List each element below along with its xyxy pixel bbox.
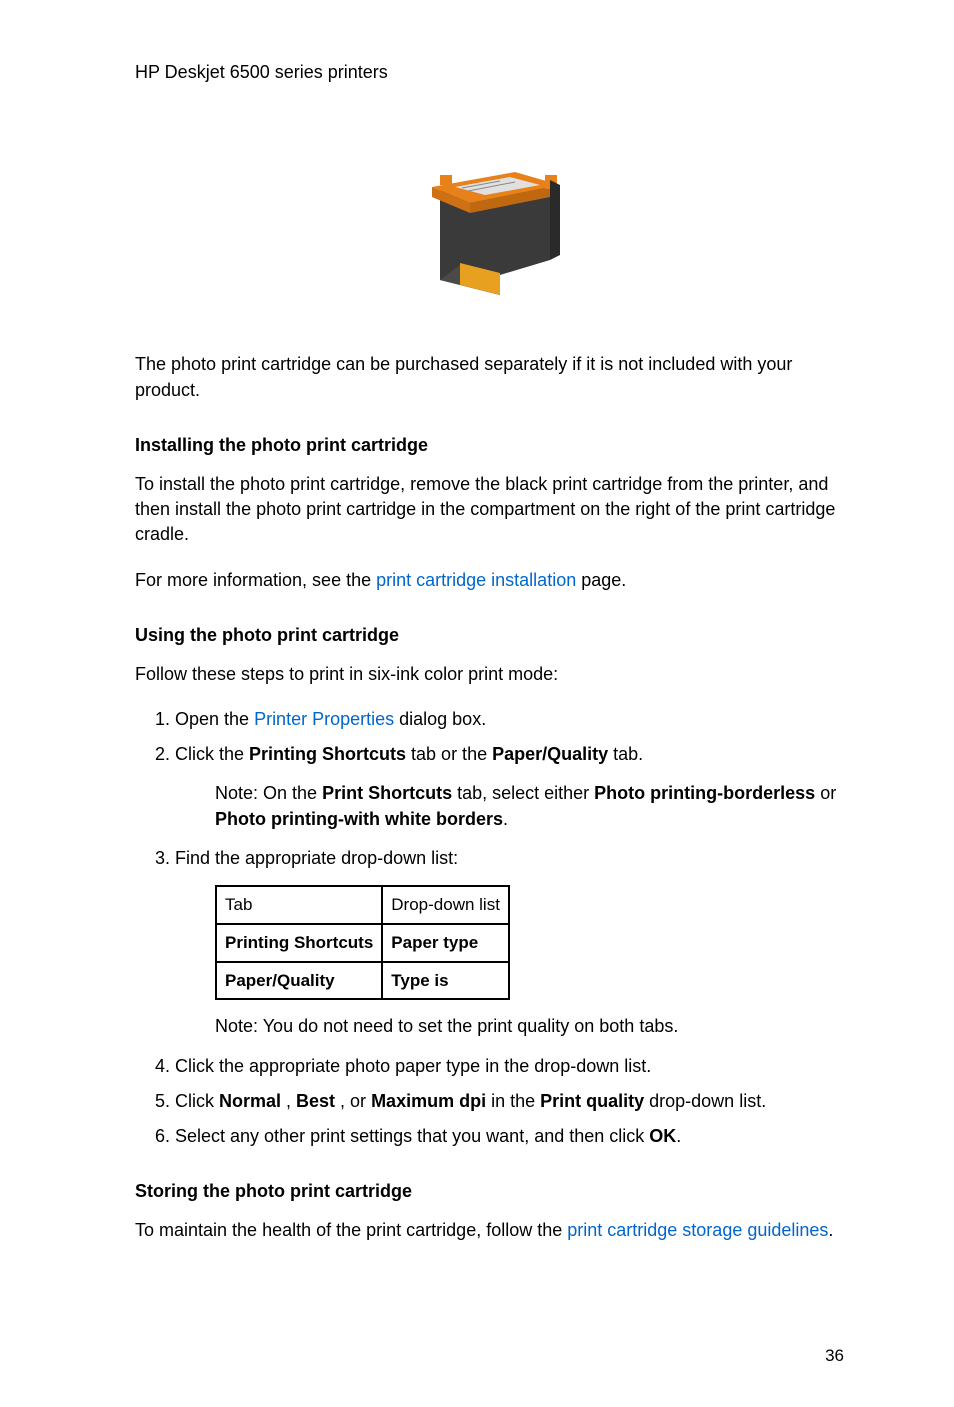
step2-suffix: tab.: [608, 744, 643, 764]
note1-mid1: tab, select either: [452, 783, 594, 803]
step1-prefix: Open the: [175, 709, 254, 729]
step5-bold2: Best: [296, 1091, 335, 1111]
note1-suffix: .: [503, 809, 508, 829]
step2-mid: tab or the: [406, 744, 492, 764]
using-intro: Follow these steps to print in six-ink c…: [135, 662, 844, 687]
note2-text: You do not need to set the print quality…: [263, 1016, 679, 1036]
step5-bold3: Maximum dpi: [371, 1091, 486, 1111]
table-row1-col2: Paper type: [382, 924, 509, 962]
step-5: Click Normal , Best , or Maximum dpi in …: [175, 1089, 844, 1114]
step-3: Find the appropriate drop-down list: Tab…: [175, 846, 844, 1040]
page-header: HP Deskjet 6500 series printers: [135, 60, 844, 85]
install-para2: For more information, see the print cart…: [135, 568, 844, 593]
step-2: Click the Printing Shortcuts tab or the …: [175, 742, 844, 832]
step-4: Click the appropriate photo paper type i…: [175, 1054, 844, 1079]
step-1: Open the Printer Properties dialog box.: [175, 707, 844, 732]
note1-mid2: or: [815, 783, 836, 803]
tab-dropdown-table: Tab Drop-down list Printing Shortcuts Pa…: [215, 885, 510, 1000]
table-row1-col1: Printing Shortcuts: [216, 924, 382, 962]
step5-bold1: Normal: [219, 1091, 281, 1111]
storing-para: To maintain the health of the print cart…: [135, 1218, 844, 1243]
heading-installing: Installing the photo print cartridge: [135, 433, 844, 458]
link-cartridge-installation[interactable]: print cartridge installation: [376, 570, 576, 590]
link-printer-properties[interactable]: Printer Properties: [254, 709, 394, 729]
step5-suffix: drop-down list.: [644, 1091, 766, 1111]
table-header-tab: Tab: [216, 886, 382, 924]
step2-bold1: Printing Shortcuts: [249, 744, 406, 764]
para2-prefix: For more information, see the: [135, 570, 376, 590]
note1-bold3: Photo printing-with white borders: [215, 809, 503, 829]
step6-prefix: Select any other print settings that you…: [175, 1126, 649, 1146]
step-6: Select any other print settings that you…: [175, 1124, 844, 1149]
step1-suffix: dialog box.: [394, 709, 486, 729]
step5-prefix: Click: [175, 1091, 219, 1111]
note1-bold2: Photo printing-borderless: [594, 783, 815, 803]
note2-label: Note:: [215, 1016, 263, 1036]
step5-mid2: , or: [335, 1091, 371, 1111]
step2-prefix: Click the: [175, 744, 249, 764]
heading-using: Using the photo print cartridge: [135, 623, 844, 648]
step3-text: Find the appropriate drop-down list:: [175, 848, 458, 868]
note1-label: Note:: [215, 783, 263, 803]
step5-mid1: ,: [281, 1091, 296, 1111]
heading-storing: Storing the photo print cartridge: [135, 1179, 844, 1204]
table-row2-col2: Type is: [382, 962, 509, 1000]
page-number: 36: [135, 1344, 844, 1368]
step5-bold4: Print quality: [540, 1091, 644, 1111]
intro-text: The photo print cartridge can be purchas…: [135, 352, 844, 402]
para2-suffix: page.: [576, 570, 626, 590]
cartridge-illustration: [135, 145, 844, 312]
install-para1: To install the photo print cartridge, re…: [135, 472, 844, 548]
note1-bold1: Print Shortcuts: [322, 783, 452, 803]
note1-prefix: On the: [263, 783, 322, 803]
storing-suffix: .: [828, 1220, 833, 1240]
table-header-dropdown: Drop-down list: [382, 886, 509, 924]
link-storage-guidelines[interactable]: print cartridge storage guidelines: [567, 1220, 828, 1240]
step2-bold2: Paper/Quality: [492, 744, 608, 764]
step6-suffix: .: [676, 1126, 681, 1146]
storing-prefix: To maintain the health of the print cart…: [135, 1220, 567, 1240]
step5-mid3: in the: [486, 1091, 540, 1111]
note-2: Note: You do not need to set the print q…: [215, 1014, 844, 1039]
table-row2-col1: Paper/Quality: [216, 962, 382, 1000]
step6-bold: OK: [649, 1126, 676, 1146]
note-1: Note: On the Print Shortcuts tab, select…: [215, 781, 844, 831]
